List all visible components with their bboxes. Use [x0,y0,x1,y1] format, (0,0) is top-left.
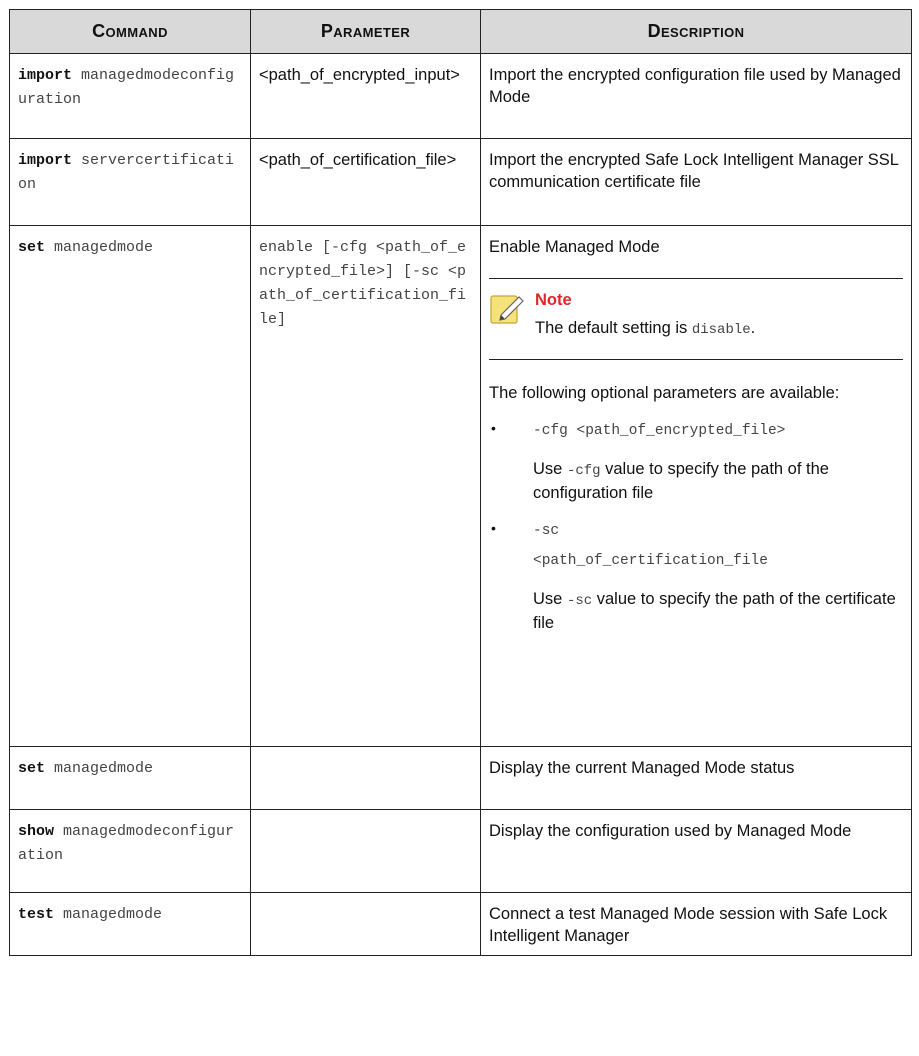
bullet-icon: • [491,420,496,436]
bullet-parameter: -sc <path_of_certification_file [533,523,768,569]
command-cell: set managedmode [9,746,251,810]
command-keyword: set [18,760,46,777]
description-cell: Connect a test Managed Mode session with… [480,892,912,956]
table-row: test managedmode Connect a test Managed … [9,892,912,956]
table-row: import servercertification <path_of_cert… [9,138,912,226]
note-text: The default setting is disable. [535,319,756,338]
bullet-parameter: -cfg <path_of_encrypted_file> [533,423,786,439]
description-cell: Import the encrypted Safe Lock Intellige… [480,138,912,226]
parameter-cell: <path_of_encrypted_input> [250,53,481,139]
table-row: set managedmode enable [-cfg <path_of_en… [9,225,912,747]
parameter-cell: <path_of_certification_file> [250,138,481,226]
description-text: Connect a test Managed Mode session with… [489,905,888,945]
parameter-text: <path_of_certification_file> [259,151,457,169]
description-text: Display the current Managed Mode status [489,759,795,777]
command-cell: import servercertification [9,138,251,226]
command-cell: show managedmodeconfiguration [9,809,251,893]
command-argument: managedmode [63,906,163,923]
command-cell: set managedmode [9,225,251,747]
note-pencil-icon [490,295,524,324]
table-row: show managedmodeconfiguration Display th… [9,809,912,893]
command-keyword: import [18,67,73,84]
bullet-description: Use -sc value to specify the path of the… [533,590,896,632]
parameter-text: <path_of_encrypted_input> [259,66,460,84]
command-argument: managedmode [54,239,154,256]
command-keyword: import [18,152,73,169]
parameter-cell: enable [-cfg <path_of_encrypted_file>] [… [250,225,481,747]
optional-parameters-intro: The following optional parameters are av… [489,384,840,402]
command-cell: import managedmodeconfiguration [9,53,251,139]
description-cell: Import the encrypted configuration file … [480,53,912,139]
note-box: Note The default setting is disable. [489,278,903,360]
command-argument: managedmode [54,760,154,777]
command-cell: test managedmode [9,892,251,956]
parameter-cell [250,746,481,810]
description-cell: Display the configuration used by Manage… [480,809,912,893]
bullet-icon: • [491,520,496,536]
description-cell: Display the current Managed Mode status [480,746,912,810]
table-row: import managedmodeconfiguration <path_of… [9,53,912,139]
header-parameter: Parameter [250,9,481,54]
description-cell: Enable Managed Mode Note The default set… [480,225,912,747]
header-description: Description [480,9,912,54]
table-header-row: Command Parameter Description [9,9,912,54]
description-text: Enable Managed Mode [489,238,660,256]
parameter-text: enable [-cfg <path_of_encrypted_file>] [… [259,239,467,328]
table-row: set managedmode Display the current Mana… [9,746,912,810]
command-keyword: show [18,823,55,840]
command-table: Command Parameter Description import man… [9,9,912,956]
command-keyword: test [18,906,55,923]
description-text: Display the configuration used by Manage… [489,822,852,840]
bullet-description: Use -cfg value to specify the path of th… [533,460,829,502]
command-keyword: set [18,239,46,256]
description-text: Import the encrypted Safe Lock Intellige… [489,151,899,191]
list-item: • -cfg <path_of_encrypted_file> [489,416,903,446]
header-command: Command [9,9,251,54]
note-code: disable [691,322,751,338]
parameter-cell [250,809,481,893]
description-text: Import the encrypted configuration file … [489,66,901,106]
list-item: • -sc <path_of_certification_file [489,516,903,576]
parameter-cell [250,892,481,956]
note-title: Note [535,291,572,309]
